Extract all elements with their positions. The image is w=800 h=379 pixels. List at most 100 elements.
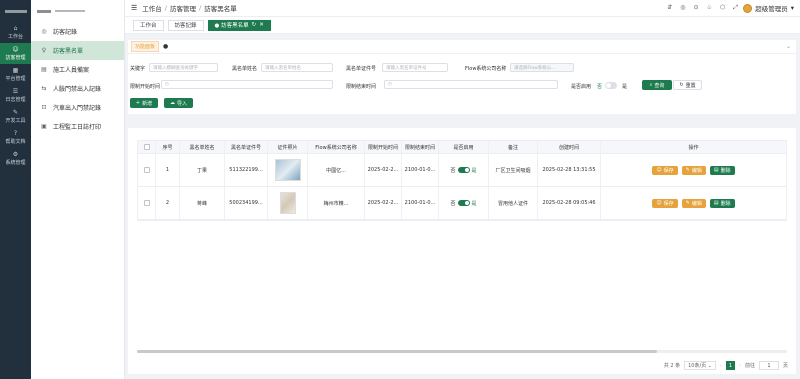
- table-row: 1 丁果 511322199... 中國亿... 2025-02-2... 2100-01…: [138, 154, 787, 187]
- cell-created: 2025-02-28 09:05:46: [538, 187, 601, 219]
- enabled-toggle[interactable]: [605, 82, 617, 89]
- rail-label: 帮助文档: [5, 138, 26, 145]
- enabled-switch[interactable]: [457, 167, 470, 173]
- enabled-cell: 否是: [439, 154, 489, 186]
- sidebar-icon: ⊡: [41, 104, 47, 111]
- plus-icon: +: [135, 100, 141, 106]
- checkbox[interactable]: [143, 167, 150, 173]
- tab-workbench[interactable]: 工作台: [133, 19, 164, 31]
- cell-end: 2100-01-0...: [402, 154, 439, 186]
- rail-icon: ☰: [12, 87, 19, 95]
- company-label: Flow系统公司名称: [465, 66, 507, 72]
- menu-toggle-icon[interactable]: ☰: [131, 4, 137, 12]
- start-time-picker[interactable]: ◷: [161, 80, 333, 89]
- sidebar-item[interactable]: ◎ 訪客記錄: [31, 22, 124, 41]
- filter-panel: 功能面板 ● ⌄ 关键字 请输入模糊查询关键字 黑名单姓名 请输入黑名单姓名 黑…: [128, 40, 796, 114]
- collapse-icon[interactable]: ⌄: [786, 43, 791, 50]
- page-number[interactable]: 1: [725, 361, 735, 370]
- user-name: 超级管理员: [755, 5, 788, 13]
- row-checkbox-cell[interactable]: [138, 187, 156, 219]
- delete-button[interactable]: ▤ 删除: [709, 198, 735, 208]
- goto-label: 前往: [744, 363, 755, 369]
- rail-item[interactable]: ☺ 訪客管理: [0, 43, 31, 64]
- clock-icon: ◷: [165, 82, 169, 87]
- edit-icon: ✎: [685, 200, 690, 206]
- keyword-input[interactable]: 请输入模糊查询关键字: [149, 63, 218, 72]
- header-tool-icon[interactable]: ⊙: [694, 4, 699, 12]
- idno-input[interactable]: 请输入黑名单证件号: [382, 63, 448, 72]
- tab-visitor-blacklist[interactable]: ● 訪客黑名單 ↻ ✕: [207, 19, 271, 31]
- company-select[interactable]: 请选择Flow系统公...: [510, 63, 574, 72]
- prev-page-icon[interactable]: ‹: [720, 363, 722, 369]
- actions-cell: ☺ 保存 ✎ 编辑 ▤ 删除: [601, 187, 787, 219]
- id-photo[interactable]: [279, 192, 296, 214]
- checkbox[interactable]: [143, 200, 150, 206]
- header-tool-icon[interactable]: ⤢: [733, 4, 738, 12]
- column-header: 限制开始时间: [365, 141, 402, 153]
- select-all-checkbox[interactable]: [138, 141, 156, 153]
- refresh-icon[interactable]: ↻: [252, 22, 257, 28]
- column-header: 黑名单姓名: [180, 141, 225, 153]
- reset-button[interactable]: ↻ 重置: [673, 80, 702, 90]
- tab-visitor-records[interactable]: 訪客記錄: [167, 19, 204, 31]
- search-button[interactable]: ⌕ 查询: [642, 80, 672, 90]
- header-tool-icon[interactable]: ⇵: [667, 4, 672, 12]
- column-header: 证件照片: [268, 141, 308, 153]
- delete-label: 删除: [720, 200, 731, 207]
- chevron-down-icon: ▾: [790, 4, 794, 12]
- edit-button[interactable]: ✎ 编辑: [681, 198, 706, 208]
- rail-item[interactable]: ⚙ 系統管理: [0, 148, 31, 169]
- import-button[interactable]: ☁ 导入: [164, 98, 193, 108]
- checkbox[interactable]: [143, 144, 150, 150]
- sidebar-item-label: 汽車出入門禁記錄: [53, 105, 102, 112]
- avatar: [743, 3, 753, 13]
- close-icon[interactable]: ✕: [259, 22, 264, 28]
- search-icon: ⌕: [649, 82, 653, 88]
- enabled-label: 是否启用: [571, 84, 592, 90]
- sidebar-icon: ▤: [41, 66, 47, 73]
- user-menu[interactable]: 超级管理员 ▾: [743, 3, 794, 13]
- enabled-cell: 否是: [439, 187, 489, 219]
- rail-item[interactable]: ▦ 平台管理: [0, 64, 31, 85]
- next-page-icon[interactable]: ›: [739, 363, 741, 369]
- pagination: 共 2 条 10条/页 ⌄ ‹ 1 › 前往 1 页: [664, 361, 788, 370]
- page-size-select[interactable]: 10条/页 ⌄: [684, 361, 716, 370]
- edit-button[interactable]: ✎ 编辑: [681, 165, 706, 175]
- sidebar-item[interactable]: ♀ 訪客黑名單: [31, 41, 124, 60]
- id-photo[interactable]: [274, 159, 301, 181]
- save-button[interactable]: ☺ 保存: [652, 198, 678, 208]
- delete-button[interactable]: ▤ 删除: [709, 165, 735, 175]
- column-header: 操作: [601, 141, 787, 153]
- header-tool-icon[interactable]: ◎: [680, 4, 685, 12]
- enabled-switch[interactable]: [457, 200, 470, 206]
- rail-item[interactable]: ☰ 日志管理: [0, 85, 31, 106]
- header-tool-icon[interactable]: ♧: [707, 4, 712, 12]
- save-button[interactable]: ☺ 保存: [652, 165, 678, 175]
- sidebar-item[interactable]: ▣ 工程監工日誌打印: [31, 117, 124, 136]
- rail-item[interactable]: ⌂ 工作台: [0, 22, 31, 43]
- add-button[interactable]: + 新增: [130, 98, 158, 108]
- table-header: 序号 黑名单姓名 黑名单证件号 证件照片 Flow系统公司名称 限制开始时间 限制结束时间是…: [138, 141, 787, 154]
- horizontal-scrollbar[interactable]: [137, 350, 787, 353]
- breadcrumb-item[interactable]: 訪客管理: [170, 3, 196, 13]
- rail-icon: ☺: [12, 45, 19, 53]
- row-checkbox-cell[interactable]: [138, 154, 156, 186]
- sidebar-item-label: 訪客黑名單: [53, 48, 84, 55]
- table-card: 序号 黑名单姓名 黑名单证件号 证件照片 Flow系统公司名称 限制开始时间 限制结束时间是…: [128, 128, 796, 374]
- sidebar-item[interactable]: ⊡ 汽車出入門禁記錄: [31, 98, 124, 117]
- start-time-label: 限制开始时间: [130, 84, 161, 90]
- sidebar-item[interactable]: ⇆ 人臉門禁出入記錄: [31, 79, 124, 98]
- rail-item[interactable]: ? 帮助文档: [0, 127, 31, 148]
- info-icon[interactable]: ●: [163, 43, 168, 50]
- goto-input[interactable]: 1: [758, 361, 779, 370]
- rail-item[interactable]: ✎ 开发工具: [0, 106, 31, 127]
- header-tool-icon[interactable]: ⬡: [720, 4, 725, 12]
- name-input[interactable]: 请输入黑名单姓名: [261, 63, 333, 72]
- end-time-picker[interactable]: ◷: [384, 80, 558, 89]
- sidebar-icon: ⇆: [41, 85, 47, 92]
- sidebar-item-label: 工程監工日誌打印: [53, 124, 102, 131]
- table-row: 2 蒋峰 500234199... 梅州市精... 2025-02-2... 2100-0…: [138, 187, 787, 220]
- sidebar-item[interactable]: ▤ 施工人員備案: [31, 60, 124, 79]
- save-icon: ☺: [656, 200, 662, 206]
- breadcrumb-item[interactable]: 工作台: [142, 3, 162, 13]
